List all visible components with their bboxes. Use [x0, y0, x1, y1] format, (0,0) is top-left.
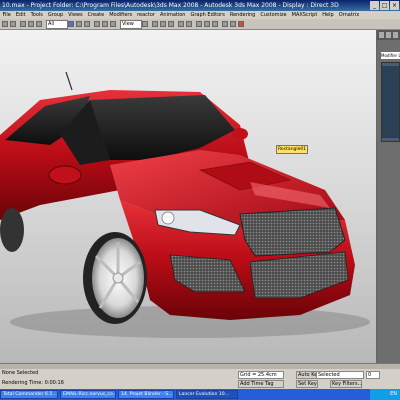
menu-bar: File Edit Tools Group Views Create Modifiers re… — [0, 11, 400, 19]
menu-create[interactable]: Create — [85, 11, 107, 19]
taskbar-item-lancer-evolution[interactable]: Lancer Evolution 10... — [176, 390, 238, 399]
command-panel: Modifier List — [377, 30, 400, 363]
percent-snap-icon[interactable] — [168, 21, 174, 27]
redo-icon[interactable] — [10, 21, 16, 27]
3ds-max-window: 10.max - Project Folder: C:\Program File… — [0, 0, 400, 400]
layer-icon[interactable] — [196, 21, 202, 27]
menu-file[interactable]: File — [0, 11, 13, 19]
car-render — [0, 71, 370, 338]
angle-snap-icon[interactable] — [160, 21, 166, 27]
undo-icon[interactable] — [2, 21, 8, 27]
menu-graph-editors[interactable]: Graph Editors — [188, 11, 227, 19]
windows-taskbar: Total Commander 6.5... EMAIL-Ricc.nervus… — [0, 389, 400, 400]
frame-number-field[interactable]: 0 — [366, 371, 380, 379]
create-tab-icon[interactable] — [379, 32, 384, 38]
taskbar-item-email[interactable]: EMAIL-Ricc.nervus_co... — [60, 390, 116, 399]
prompt-line: Rendering Time: 0:00:16 — [2, 380, 64, 386]
align-icon[interactable] — [186, 21, 192, 27]
add-time-tag-button[interactable]: Add Time Tag — [238, 380, 284, 388]
menu-edit[interactable]: Edit — [13, 11, 28, 19]
front-grille — [239, 207, 346, 257]
taskbar-item-total-commander[interactable]: Total Commander 6.5... — [0, 390, 58, 399]
perspective-viewport[interactable]: Rectangle01 — [0, 30, 377, 363]
right-mirror — [232, 128, 248, 140]
menu-maxscript[interactable]: MAXScript — [289, 11, 320, 19]
title-bar: 10.max - Project Folder: C:\Program File… — [0, 0, 400, 11]
menu-rendering[interactable]: Rendering — [227, 11, 258, 19]
schematic-view-icon[interactable] — [212, 21, 218, 27]
link-icon[interactable] — [20, 21, 26, 27]
maximize-button[interactable]: □ — [380, 1, 389, 10]
modifier-list-dropdown[interactable]: Modifier List — [381, 52, 400, 59]
key-mode-selected-dropdown[interactable]: Selected — [316, 371, 364, 379]
render-setup-icon[interactable] — [230, 21, 236, 27]
material-editor-icon[interactable] — [222, 21, 228, 27]
rear-wheel — [0, 208, 24, 252]
scale-icon[interactable] — [110, 21, 116, 27]
modifier-stack-view — [382, 66, 399, 138]
close-button[interactable]: × — [390, 1, 399, 10]
menu-group[interactable]: Group — [45, 11, 65, 19]
taskbar-item-projet[interactable]: 14. Projet Blinder - S... — [118, 390, 174, 399]
snap-icon[interactable] — [152, 21, 158, 27]
selection-status: None Selected — [2, 370, 39, 376]
auto-key-button[interactable]: Auto Key — [296, 371, 320, 379]
menu-reactor[interactable]: reactor — [135, 11, 158, 19]
main-toolbar: All View — [0, 19, 400, 30]
object-tooltip: Rectangle01 — [276, 145, 309, 154]
minimize-button[interactable]: _ — [370, 1, 379, 10]
menu-animation[interactable]: Animation — [157, 11, 188, 19]
hierarchy-tab-icon[interactable] — [393, 32, 398, 38]
rotate-icon[interactable] — [102, 21, 108, 27]
bind-space-warp-icon[interactable] — [36, 21, 42, 27]
menu-ornatrix[interactable]: Ornatrix — [336, 11, 362, 19]
grid-readout: Grid = 25.4cm — [238, 371, 284, 379]
set-key-button[interactable]: Set Key — [296, 380, 318, 388]
rect-region-icon[interactable] — [84, 21, 90, 27]
ref-coord-dropdown[interactable]: View — [120, 20, 142, 29]
mirror-icon[interactable] — [178, 21, 184, 27]
menu-help[interactable]: Help — [320, 11, 336, 19]
curve-editor-icon[interactable] — [204, 21, 210, 27]
menu-views[interactable]: Views — [66, 11, 85, 19]
unlink-icon[interactable] — [28, 21, 34, 27]
menu-customize[interactable]: Customize — [258, 11, 289, 19]
command-tabs — [377, 30, 400, 40]
menu-tools[interactable]: Tools — [28, 11, 45, 19]
side-mirror — [48, 165, 82, 185]
system-tray[interactable]: EN — [370, 389, 400, 400]
status-bar: None Selected Rendering Time: 0:00:16 Gr… — [0, 369, 400, 389]
key-filters-button[interactable]: Key Filters... — [330, 380, 362, 388]
wheel-hub — [112, 272, 124, 284]
move-icon[interactable] — [94, 21, 100, 27]
headlight-projector — [161, 211, 175, 225]
modify-tab-icon[interactable] — [386, 32, 391, 38]
selection-filter-dropdown[interactable]: All — [46, 20, 68, 29]
selection-icon[interactable] — [68, 21, 74, 27]
pivot-icon[interactable] — [142, 21, 148, 27]
select-by-name-icon[interactable] — [76, 21, 82, 27]
render-icon[interactable] — [238, 21, 244, 27]
window-title: 10.max - Project Folder: C:\Program File… — [2, 2, 339, 9]
antenna — [65, 71, 73, 91]
menu-modifiers[interactable]: Modifiers — [107, 11, 135, 19]
